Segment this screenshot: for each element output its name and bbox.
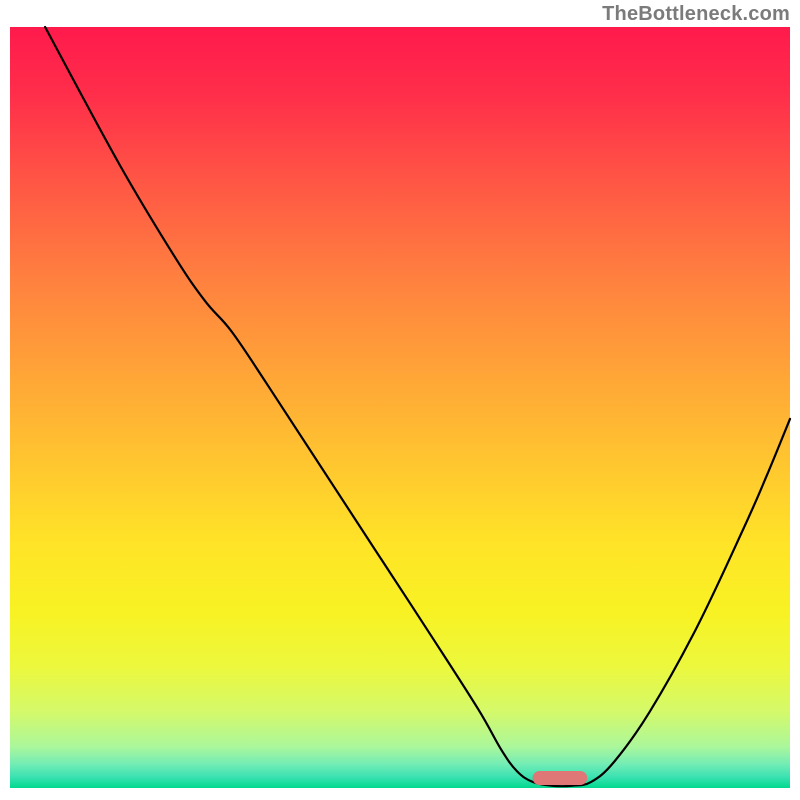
bottleneck-chart [0, 0, 800, 800]
optimal-marker [533, 771, 588, 785]
attribution-watermark: TheBottleneck.com [602, 3, 790, 26]
